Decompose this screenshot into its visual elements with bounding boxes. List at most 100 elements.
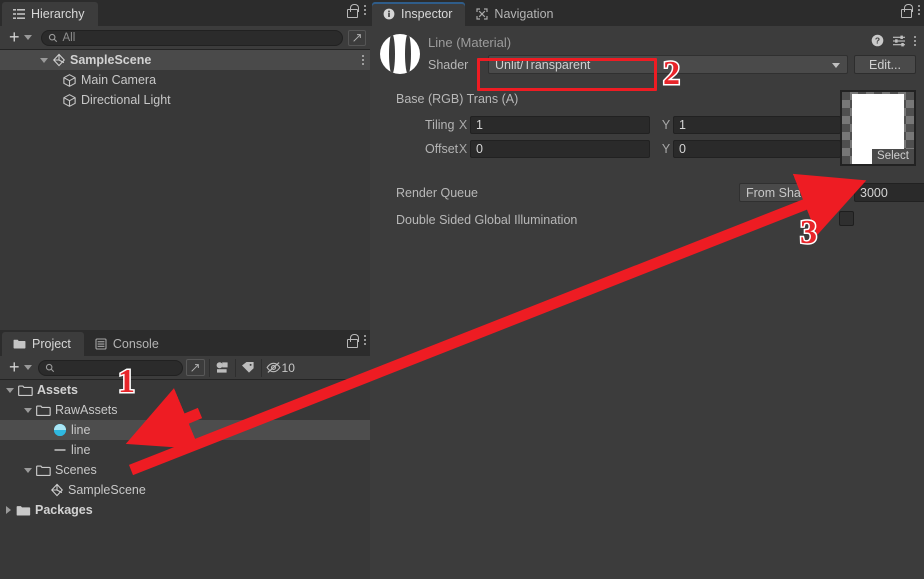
hierarchy-item-label: SampleScene (70, 52, 152, 67)
material-title: Line (Material) (428, 35, 512, 50)
chevron-down-icon[interactable] (24, 467, 32, 473)
double-sided-gi-row: Double Sided Global Illumination (370, 210, 924, 234)
project-search-input[interactable] (37, 359, 183, 376)
filter-save-icon[interactable] (185, 359, 205, 376)
create-asset-button[interactable]: + (4, 358, 21, 376)
double-sided-gi-checkbox[interactable] (839, 211, 854, 226)
label-filter-icon[interactable] (234, 358, 261, 377)
hierarchy-toolbar: + All (0, 26, 370, 50)
project-item-line-asset[interactable]: line (0, 440, 370, 460)
unity-editor-window: Hierarchy + All SampleScene Main Camera … (0, 0, 924, 579)
offset-y-input[interactable]: 0 (673, 140, 841, 158)
project-tree: Assets RawAssets line line Scenes Sample… (0, 380, 370, 579)
tab-label: Hierarchy (31, 7, 85, 21)
project-item-label: Scenes (55, 462, 97, 477)
asset-type-filter-icon[interactable] (208, 358, 235, 377)
edit-shader-button[interactable]: Edit... (854, 55, 916, 74)
render-queue-mode-value: From Shader (746, 185, 819, 200)
tiling-x-input[interactable]: 1 (470, 116, 650, 134)
hierarchy-item-main-camera[interactable]: Main Camera (0, 70, 370, 90)
select-texture-button[interactable]: Select (872, 149, 914, 164)
annotation-marker-3: 3 (799, 214, 819, 251)
base-map-section: Base (RGB) Trans (A) Tiling X 1 Y 1 Offs… (370, 82, 924, 166)
annotation-marker-2: 2 (662, 55, 682, 92)
project-item-label: Packages (35, 502, 93, 517)
hierarchy-item-samplescene[interactable]: SampleScene (0, 50, 370, 70)
folder-icon (16, 504, 31, 517)
tab-hierarchy[interactable]: Hierarchy (2, 2, 98, 26)
chevron-down-icon[interactable] (23, 365, 32, 370)
console-icon (95, 338, 107, 350)
svg-text:?: ? (875, 36, 880, 46)
search-icon (45, 363, 55, 373)
offset-label: Offset (425, 142, 459, 156)
chevron-down-icon[interactable] (23, 35, 32, 40)
gameobject-cube-icon (62, 93, 77, 108)
project-item-label: line (71, 422, 91, 437)
hierarchy-tabbar: Hierarchy (0, 0, 370, 26)
tab-project[interactable]: Project (2, 332, 84, 356)
offset-x-input[interactable]: 0 (470, 140, 650, 158)
lock-icon[interactable] (900, 4, 913, 18)
project-panel: Project Console + 10 Assets RawAssets li… (0, 330, 370, 579)
help-icon[interactable]: ? (871, 34, 884, 47)
chevron-down-icon (832, 63, 840, 68)
kebab-menu-icon[interactable] (364, 335, 366, 345)
chevron-right-icon[interactable] (6, 506, 11, 514)
project-item-scenes[interactable]: Scenes (0, 460, 370, 480)
tab-inspector[interactable]: Inspector (372, 2, 466, 26)
inspector-tabbar: Inspector Navigation (370, 0, 924, 26)
texture-preview[interactable]: Select (840, 90, 916, 166)
project-item-rawassets[interactable]: RawAssets (0, 400, 370, 420)
material-sphere-icon (380, 34, 420, 74)
folder-open-icon (18, 384, 33, 397)
unity-scene-icon (52, 53, 66, 67)
hidden-count: 10 (281, 360, 295, 375)
render-queue-mode-dropdown[interactable]: From Shader (739, 183, 846, 202)
project-tab-actions (346, 334, 366, 348)
kebab-menu-icon[interactable] (364, 5, 366, 15)
tiling-x-axis-label: X (458, 118, 468, 132)
render-queue-value-input[interactable]: 3000 (854, 183, 924, 202)
render-queue-row: Render Queue From Shader 3000 (370, 182, 924, 206)
preset-icon[interactable] (892, 34, 906, 47)
project-item-packages[interactable]: Packages (0, 500, 370, 520)
shader-label: Shader (428, 58, 469, 72)
search-input[interactable]: All (40, 29, 343, 46)
project-item-assets[interactable]: Assets (0, 380, 370, 400)
tiling-label: Tiling (425, 118, 455, 132)
inspector-tab-actions (900, 4, 920, 18)
unity-scene-icon (50, 483, 64, 497)
tiling-y-input[interactable]: 1 (673, 116, 841, 134)
offset-y-axis-label: Y (661, 142, 671, 156)
project-item-line-material[interactable]: line (0, 420, 370, 440)
render-queue-label: Render Queue (396, 186, 479, 200)
add-gameobject-button[interactable]: + (4, 28, 21, 46)
line-asset-icon (53, 443, 67, 457)
filter-save-icon[interactable] (348, 29, 366, 46)
chevron-down-icon[interactable] (24, 407, 32, 413)
hidden-assets-toggle[interactable]: 10 (260, 358, 295, 377)
kebab-menu-icon[interactable] (362, 55, 364, 65)
hierarchy-item-label: Directional Light (81, 92, 171, 107)
gameobject-cube-icon (62, 73, 77, 88)
kebab-menu-icon[interactable] (914, 35, 916, 46)
chevron-down-icon[interactable] (40, 57, 48, 63)
annotation-highlight-shader (477, 58, 657, 91)
project-item-label: line (71, 442, 91, 457)
tab-label: Inspector (401, 7, 453, 21)
project-item-label: SampleScene (68, 482, 146, 497)
project-tabbar: Project Console (0, 330, 370, 356)
tab-console[interactable]: Console (84, 332, 172, 356)
hierarchy-item-directional-light[interactable]: Directional Light (0, 90, 370, 110)
folder-icon (13, 338, 26, 350)
info-icon (383, 8, 395, 20)
lock-icon[interactable] (346, 4, 359, 18)
hierarchy-tab-actions (346, 4, 366, 18)
material-asset-icon (53, 423, 67, 437)
kebab-menu-icon[interactable] (918, 5, 920, 15)
project-item-samplescene[interactable]: SampleScene (0, 480, 370, 500)
tab-navigation[interactable]: Navigation (465, 2, 566, 26)
lock-icon[interactable] (346, 334, 359, 348)
chevron-down-icon[interactable] (6, 387, 14, 393)
